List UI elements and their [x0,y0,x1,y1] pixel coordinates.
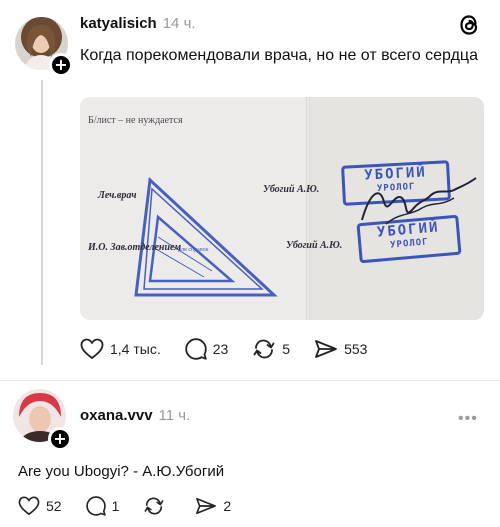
share-send-icon [196,497,217,515]
follow-plus-icon[interactable]: + [49,53,73,77]
threads-logo-icon[interactable] [456,12,482,38]
like-button[interactable]: 1,4 тыс. [80,338,161,360]
comment-share-count: 2 [223,498,232,514]
post-username[interactable]: katyalisich [80,15,157,32]
heart-icon [18,496,40,516]
share-button[interactable]: 553 [314,338,367,360]
comment-bubble-icon [85,496,106,516]
thread-line [41,80,43,365]
document-fold [306,97,310,320]
like-count: 1,4 тыс. [110,341,161,357]
doctor-label: Леч.врач [98,190,137,201]
comment-author[interactable]: oxana.vvv 11 ч. [80,407,190,424]
comment-text: Are you Ubogyi? - А.Ю.Убогий [18,463,225,480]
comment-repost-button[interactable] [143,496,171,516]
post: + katyalisich 14 ч. Когда порекомендовали… [0,0,500,380]
comment-count: 23 [212,341,229,357]
repost-icon [144,497,164,515]
head-label: И.О. Зав.отделением [88,242,182,253]
sick-leave-note: Б/лист – не нуждается [88,115,183,126]
comment-actions: 52 1 2 [18,496,255,516]
comment-reply-count: 1 [111,498,120,514]
comment-share-button[interactable]: 2 [195,496,231,516]
comment-time: 11 ч. [158,407,191,424]
signature-name-1: Убогий А.Ю. [263,184,320,195]
post-author[interactable]: katyalisich 14 ч. [80,15,196,32]
comment-bubble-icon [185,338,207,360]
post-image[interactable]: Б/лист – не нуждается для справок Леч.вр… [80,97,484,320]
repost-count: 5 [282,341,291,357]
comment-like-count: 52 [46,498,62,514]
comment-reply-button[interactable]: 1 [85,496,120,516]
more-options-icon[interactable]: ••• [458,410,478,428]
triangle-stamp-text: для справок [178,247,209,253]
heart-icon [80,338,104,360]
post-actions: 1,4 тыс. 23 5 553 [80,338,391,360]
signature-name-2: Убогий А.Ю. [286,240,343,251]
repost-button[interactable]: 5 [252,338,290,360]
divider [0,380,500,381]
share-send-icon [315,340,337,358]
comment-button[interactable]: 23 [185,338,229,360]
share-count: 553 [344,341,368,357]
comment-follow-plus-icon[interactable]: + [48,427,72,451]
comment-username[interactable]: oxana.vvv [80,407,153,424]
comment-like-button[interactable]: 52 [18,496,62,516]
post-text: Когда порекомендовали врача, но не от вс… [80,47,478,64]
repost-icon [253,339,275,359]
post-time: 14 ч. [162,15,196,32]
signature-icon [361,177,477,225]
